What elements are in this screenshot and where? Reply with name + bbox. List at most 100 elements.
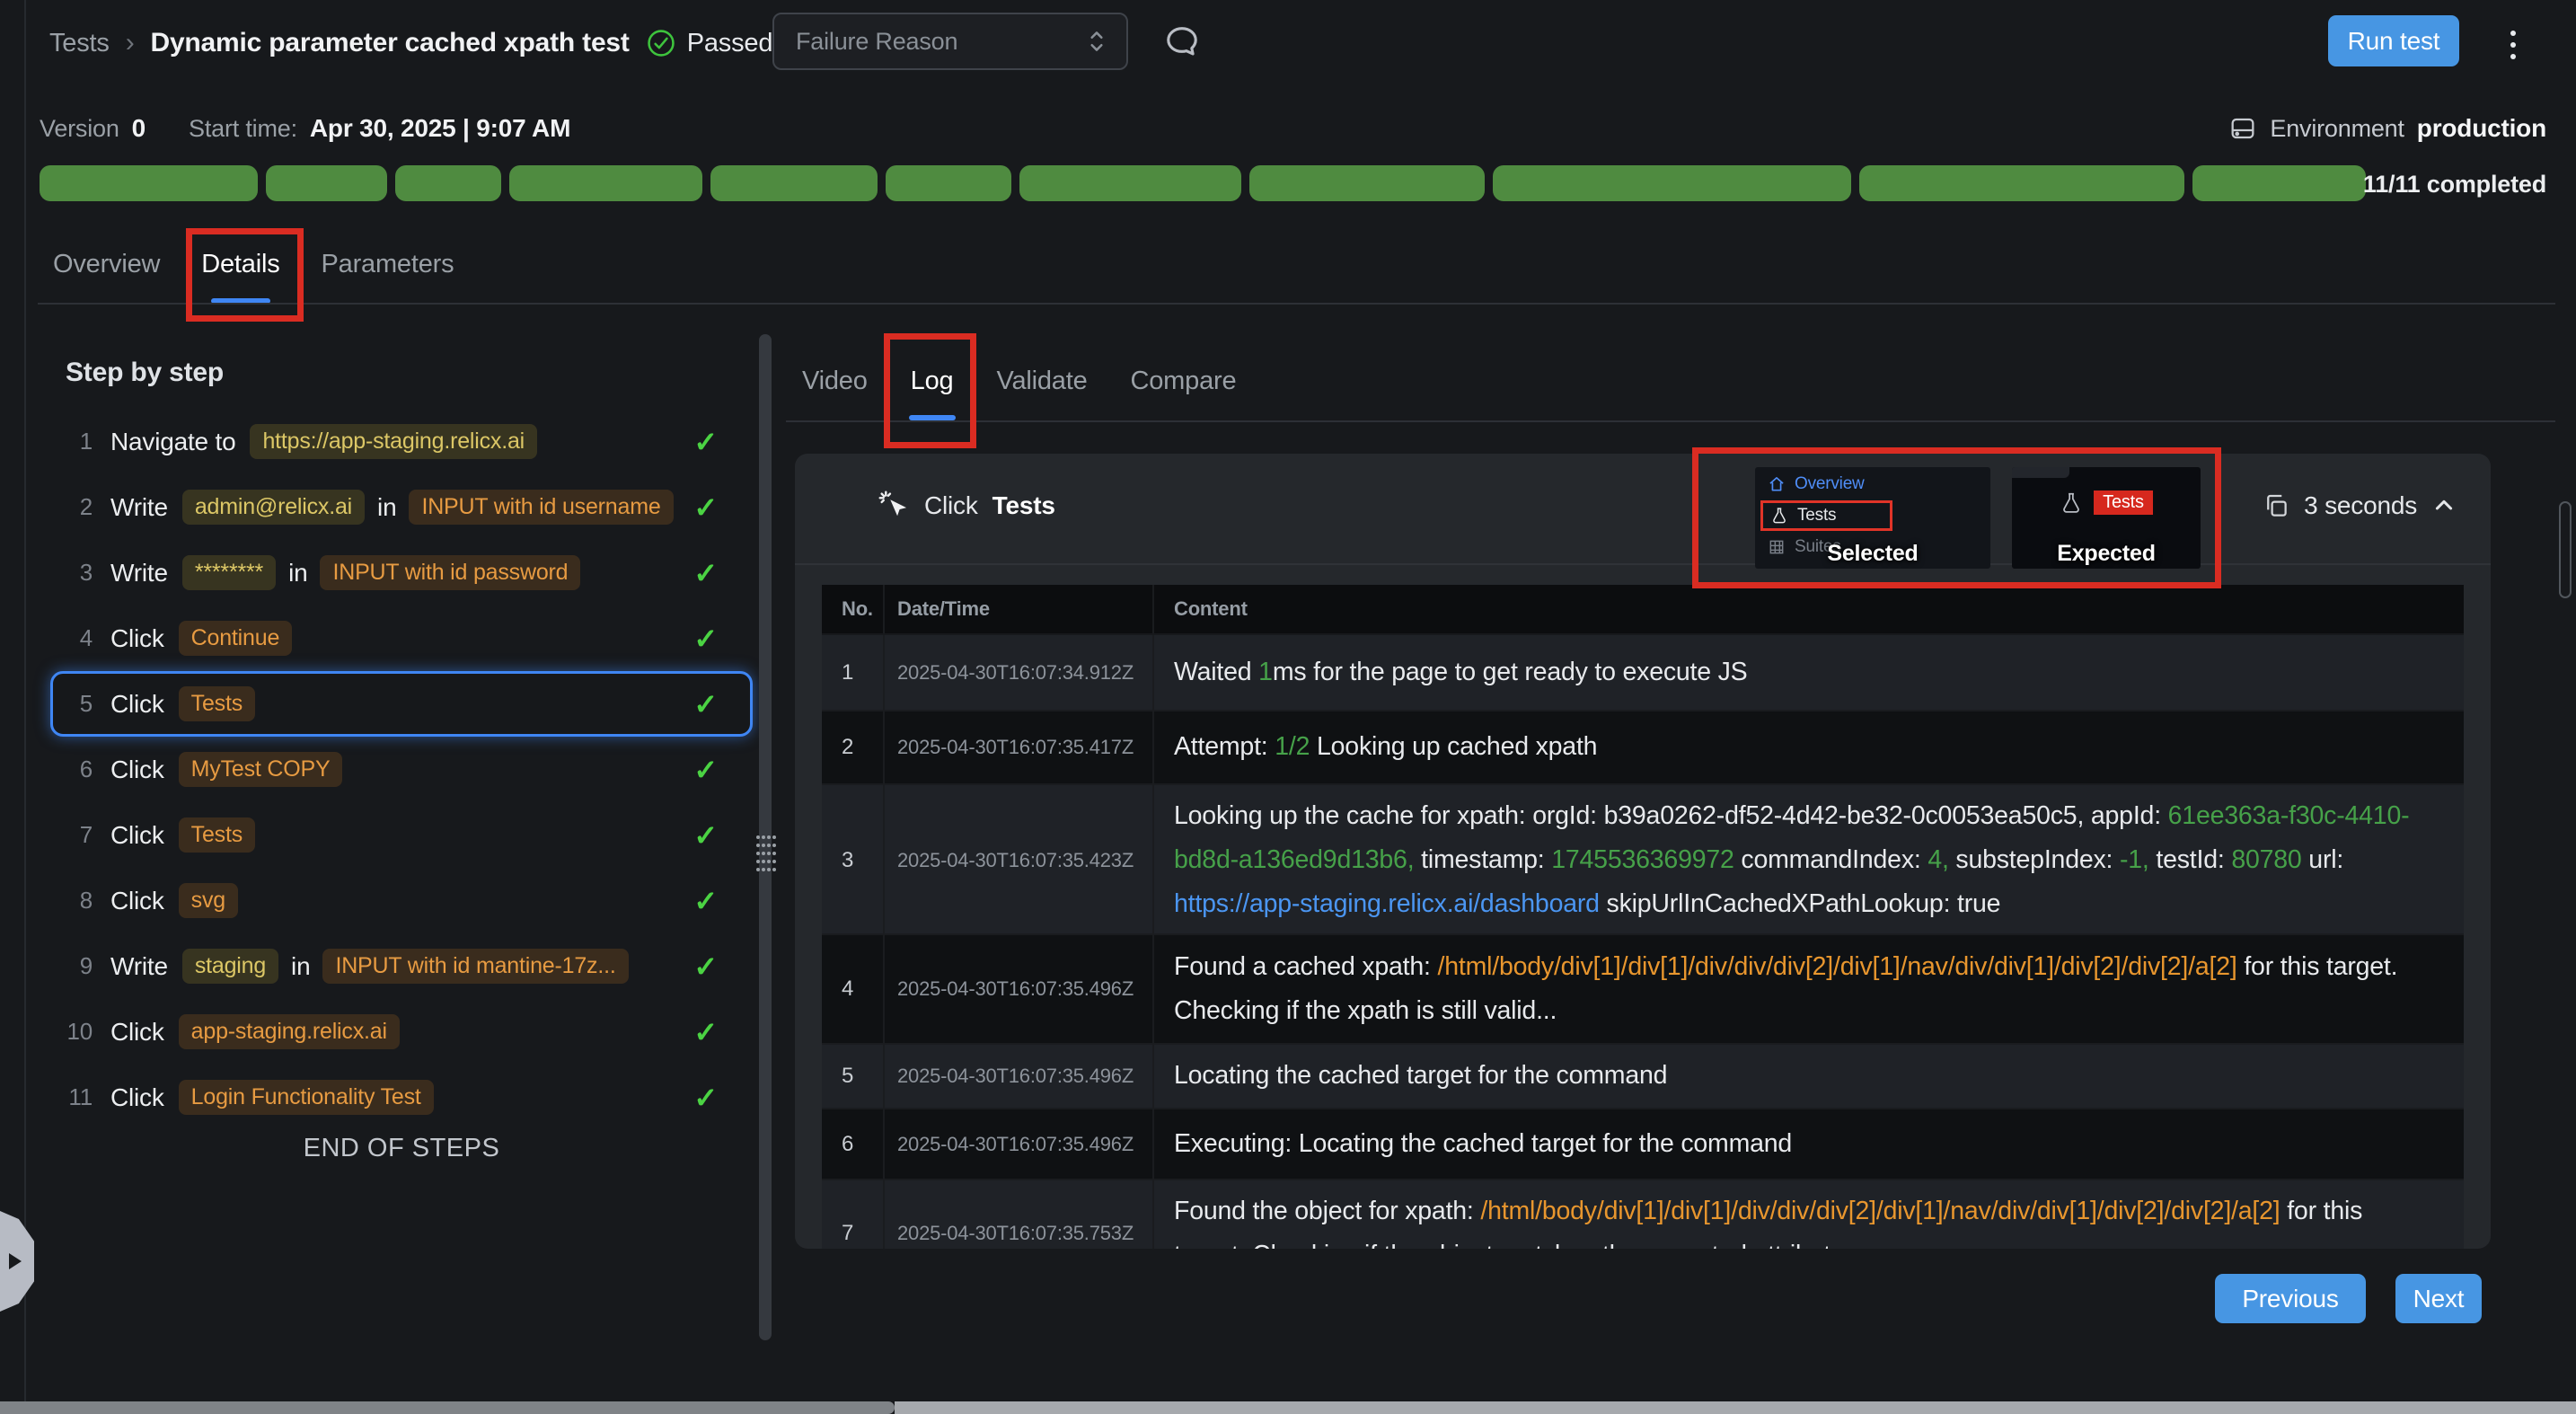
step-row[interactable]: 9WritestaginginINPUT with id mantine-17z… (50, 933, 753, 999)
tab-validate[interactable]: Validate (994, 361, 1089, 420)
log-row-timestamp: 2025-04-30T16:07:35.417Z (885, 711, 1154, 783)
step-target-badge: app-staging.relicx.ai (179, 1014, 400, 1049)
check-icon: ✓ (693, 950, 718, 984)
step-action: Navigate to (110, 428, 235, 456)
previous-button[interactable]: Previous (2215, 1274, 2366, 1323)
selected-label: Selected (1755, 541, 1990, 567)
step-row[interactable]: 2Writeadmin@relicx.aiinINPUT with id use… (50, 474, 753, 540)
status-badge: Passed (646, 28, 773, 58)
progress-segment (1019, 165, 1241, 201)
tab-details[interactable]: Details (199, 244, 281, 304)
step-number: 3 (53, 559, 93, 587)
check-icon: ✓ (693, 753, 718, 787)
panel-tabs: Video Log Validate Compare (800, 361, 1238, 420)
kebab-menu-button[interactable] (2504, 23, 2522, 66)
log-row-number: 5 (822, 1045, 885, 1108)
version-label: Version (40, 115, 119, 143)
step-action: Click (110, 1018, 164, 1047)
tab-log[interactable]: Log (909, 361, 956, 420)
check-icon: ✓ (693, 687, 718, 721)
step-number: 8 (53, 887, 93, 915)
panel-resize-handle[interactable] (756, 835, 778, 876)
step-target-badge: INPUT with id username (409, 490, 673, 525)
start-time-label: Start time: (189, 115, 297, 143)
chevron-up-icon[interactable] (2431, 493, 2457, 518)
expected-screenshot-thumbnail[interactable]: Tests Expected (2012, 467, 2201, 569)
check-icon: ✓ (693, 556, 718, 590)
step-target-badge: Tests (179, 817, 255, 853)
click-cursor-icon (878, 490, 910, 522)
progress-segment (40, 165, 258, 201)
copy-icon[interactable] (2263, 492, 2289, 519)
status-label: Passed (687, 29, 773, 58)
step-row[interactable]: 11ClickLogin Functionality Test✓ (50, 1065, 753, 1130)
up-down-chevrons-icon (1085, 26, 1108, 57)
step-target-badge: Tests (179, 686, 255, 721)
log-row[interactable]: 22025-04-30T16:07:35.417ZAttempt: 1/2 Lo… (822, 711, 2464, 785)
step-target-badge: Login Functionality Test (179, 1080, 434, 1115)
log-row[interactable]: 32025-04-30T16:07:35.423ZLooking up the … (822, 785, 2464, 935)
step-action: Click (110, 821, 164, 850)
log-table-body: 12025-04-30T16:07:34.912ZWaited 1ms for … (822, 635, 2464, 1249)
step-number: 2 (53, 493, 93, 521)
command-target: Tests (992, 491, 1055, 520)
log-row-content: Found a cached xpath: /html/body/div[1]/… (1154, 935, 2464, 1043)
log-row-timestamp: 2025-04-30T16:07:35.496Z (885, 1045, 1154, 1108)
card-header-divider (795, 563, 2491, 565)
progress-completed-label: 11/11 completed (2363, 171, 2546, 199)
horizontal-scrollbar-track[interactable] (895, 1401, 2576, 1414)
next-button[interactable]: Next (2395, 1274, 2482, 1323)
comment-button[interactable] (1160, 20, 1204, 63)
tab-compare[interactable]: Compare (1129, 361, 1239, 420)
step-row[interactable]: 5ClickTests✓ (50, 671, 753, 737)
mini-nav-item-tests: Tests (1760, 500, 1892, 531)
horizontal-scrollbar-thumb[interactable] (0, 1401, 895, 1414)
step-row[interactable]: 7ClickTests✓ (50, 802, 753, 868)
command-header: Click Tests (878, 490, 1055, 522)
step-row[interactable]: 6ClickMyTest COPY✓ (50, 737, 753, 802)
progress-segment (710, 165, 878, 201)
step-row[interactable]: 1Navigate tohttps://app-staging.relicx.a… (50, 409, 753, 474)
check-icon: ✓ (693, 884, 718, 918)
run-test-button[interactable]: Run test (2328, 15, 2459, 66)
tab-video[interactable]: Video (800, 361, 869, 420)
test-run-screen: Tests › Dynamic parameter cached xpath t… (0, 0, 2576, 1414)
step-action: Click (110, 756, 164, 784)
progress-segment (266, 165, 387, 201)
tab-overview[interactable]: Overview (51, 244, 162, 304)
step-join-text: in (288, 559, 307, 588)
environment-info: Environment production (2228, 110, 2546, 147)
breadcrumb-tests-link[interactable]: Tests (49, 29, 110, 58)
log-row[interactable]: 72025-04-30T16:07:35.753ZFound the objec… (822, 1180, 2464, 1249)
step-row[interactable]: 8Clicksvg✓ (50, 868, 753, 933)
log-row[interactable]: 42025-04-30T16:07:35.496ZFound a cached … (822, 935, 2464, 1045)
right-scrollbar-thumb[interactable] (2559, 501, 2572, 598)
step-target-badge: Continue (179, 621, 292, 656)
home-icon (1768, 475, 1786, 493)
step-number: 5 (53, 690, 93, 718)
progress-bar (40, 165, 2366, 201)
run-meta: Version 0 Start time: Apr 30, 2025 | 9:0… (40, 110, 570, 147)
col-no: No. (822, 585, 885, 633)
selected-screenshot-thumbnail[interactable]: OverviewTestsSuites Selected (1755, 467, 1990, 569)
log-row[interactable]: 52025-04-30T16:07:35.496ZLocating the ca… (822, 1045, 2464, 1109)
failure-reason-select[interactable]: Failure Reason (772, 13, 1128, 70)
check-circle-icon (646, 28, 676, 58)
side-panel-expander[interactable] (0, 1211, 34, 1312)
log-row-number: 1 (822, 635, 885, 710)
failure-reason-placeholder: Failure Reason (796, 28, 957, 56)
breadcrumb-separator: › (126, 28, 135, 58)
tab-parameters[interactable]: Parameters (320, 244, 456, 304)
log-row[interactable]: 12025-04-30T16:07:34.912ZWaited 1ms for … (822, 635, 2464, 711)
command-action: Click (924, 491, 978, 520)
step-row[interactable]: 10Clickapp-staging.relicx.ai✓ (50, 999, 753, 1065)
step-row[interactable]: 3Write********inINPUT with id password✓ (50, 540, 753, 605)
col-datetime: Date/Time (885, 585, 1154, 633)
log-row-timestamp: 2025-04-30T16:07:35.496Z (885, 1109, 1154, 1179)
step-row[interactable]: 4ClickContinue✓ (50, 605, 753, 671)
mini-folder-tab (2012, 467, 2069, 478)
environment-value: production (2417, 114, 2546, 143)
step-target-badge: svg (179, 883, 238, 918)
step-join-text: in (377, 493, 396, 522)
log-row[interactable]: 62025-04-30T16:07:35.496ZExecuting: Loca… (822, 1109, 2464, 1180)
